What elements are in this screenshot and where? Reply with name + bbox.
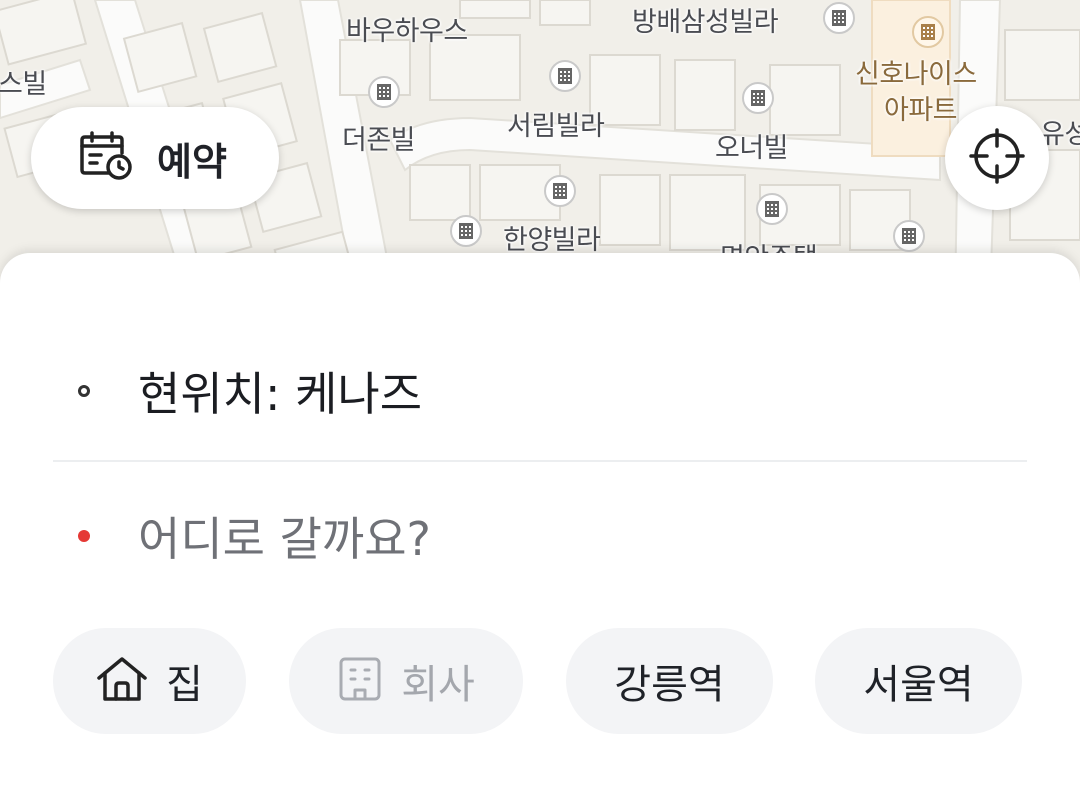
villa-marker-icon[interactable] [549,60,581,92]
villa-marker-icon[interactable] [368,76,400,108]
reservation-label: 예약 [157,139,227,184]
shortcut-seoul-station[interactable]: 서울역 [815,628,1022,734]
origin-dot-icon [78,385,90,397]
map-label-bauhaus[interactable]: 바우하우스 [346,9,468,48]
crosshair-icon [969,128,1025,188]
shortcut-home[interactable]: 집 [53,628,246,734]
building-icon [337,656,383,706]
map-label-sinho-nice[interactable]: 신호나이스 [855,58,977,92]
destination-placeholder: 어디로 갈까요? [138,512,431,566]
shortcut-home-label: 집 [166,662,203,708]
map-label-thezon[interactable]: 더존빌 [342,118,416,157]
shortcut-gangneung-label: 강릉역 [614,662,725,708]
map-label-hanyang[interactable]: 한양빌라 [503,218,601,257]
origin-text: 현위치: 케나즈 [138,367,423,421]
shortcut-work[interactable]: 회사 [289,628,523,734]
map-label-owner[interactable]: 오너빌 [715,126,789,165]
shortcut-seoul-label: 서울역 [863,662,974,708]
shortcut-gangneung-station[interactable]: 강릉역 [566,628,773,734]
villa-marker-icon[interactable] [742,82,774,114]
current-location-button[interactable] [945,106,1049,210]
villa-marker-icon[interactable] [893,220,925,252]
origin-field[interactable]: 현위치: 케나즈 [0,341,1080,441]
divider [53,460,1027,462]
route-bottom-sheet: 현위치: 케나즈 어디로 갈까요? 집 회사 강릉역 서울역 [0,253,1080,796]
map-label-seubil[interactable]: 스빌 [0,62,47,101]
destination-dot-icon [78,530,90,542]
map-label-apartment[interactable]: 아파트 [884,94,958,128]
reservation-button[interactable]: 예약 [31,107,279,209]
apartment-marker-icon[interactable] [912,16,944,48]
villa-marker-icon[interactable] [544,175,576,207]
villa-marker-icon[interactable] [450,215,482,247]
villa-marker-icon[interactable] [823,2,855,34]
map-label-seorim[interactable]: 서림빌라 [507,104,605,143]
shortcut-chips: 집 회사 강릉역 서울역 [0,628,1080,734]
home-icon [96,656,148,706]
shortcut-work-label: 회사 [401,662,475,708]
map-label-bangbae-samsung[interactable]: 방배삼성빌라 [632,0,779,39]
villa-marker-icon[interactable] [756,193,788,225]
destination-field[interactable]: 어디로 갈까요? [0,486,1080,586]
calendar-clock-icon [79,131,133,185]
